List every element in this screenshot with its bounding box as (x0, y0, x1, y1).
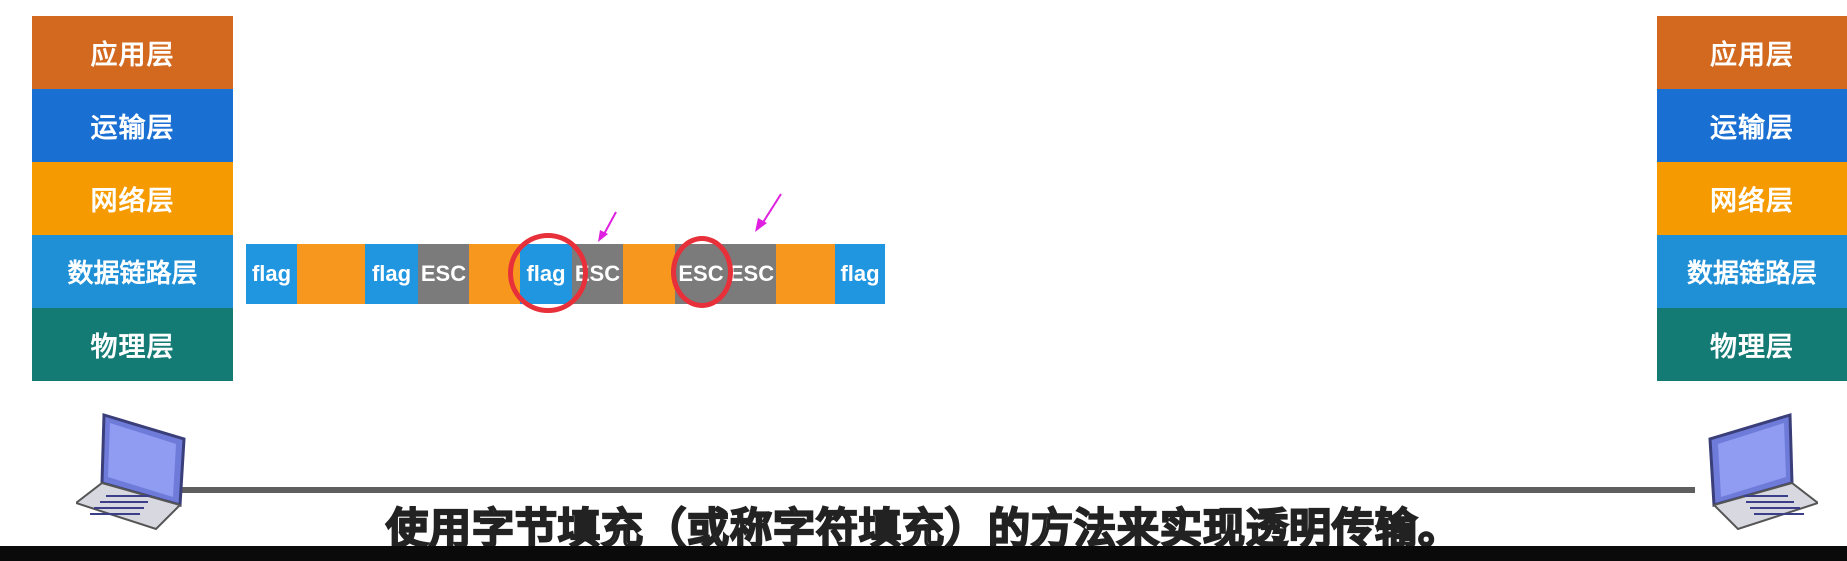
highlight-circle (671, 236, 733, 308)
arrow-icon (755, 193, 782, 232)
frame-end-flag: flag (835, 244, 885, 304)
left-datalink-layer: 数据链路层 (32, 235, 233, 308)
bottom-bar (0, 546, 1847, 561)
frame-data-segment (776, 244, 835, 304)
right-physical-layer: 物理层 (1657, 308, 1847, 381)
right-application-layer: 应用层 (1657, 16, 1847, 89)
left-network-layer: 网络层 (32, 162, 233, 235)
left-application-layer: 应用层 (32, 16, 233, 89)
frame-start-flag: flag (246, 244, 297, 304)
frame-data-segment (297, 244, 365, 304)
arrow-icon (598, 211, 617, 242)
transmission-link (160, 487, 1695, 493)
frame-data-segment (623, 244, 675, 304)
frame-inserted-esc: ESC (418, 244, 469, 304)
highlight-circle (508, 233, 588, 313)
right-transport-layer: 运输层 (1657, 89, 1847, 162)
left-protocol-stack: 应用层 运输层 网络层 数据链路层 物理层 (32, 16, 233, 381)
right-network-layer: 网络层 (1657, 162, 1847, 235)
right-protocol-stack: 应用层 运输层 网络层 数据链路层 物理层 (1657, 16, 1847, 381)
left-physical-layer: 物理层 (32, 308, 233, 381)
frame-inserted-esc: ESC (727, 244, 776, 304)
right-datalink-layer: 数据链路层 (1657, 235, 1847, 308)
frame-data-flag: flag (365, 244, 418, 304)
left-transport-layer: 运输层 (32, 89, 233, 162)
